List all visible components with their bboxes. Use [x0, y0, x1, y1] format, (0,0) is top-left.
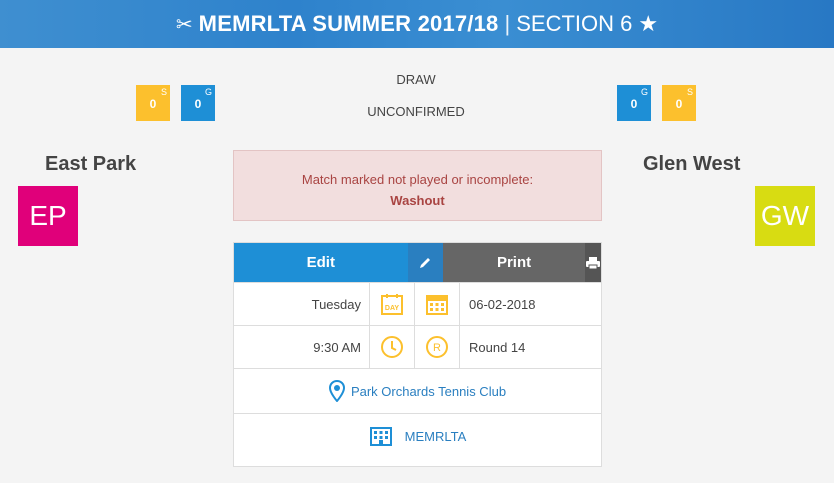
- round-icon: R: [426, 336, 448, 358]
- home-team-abbrev: EP: [29, 200, 67, 231]
- competition-banner: ✂ MEMRLTA SUMMER 2017/18 | SECTION 6 ★: [0, 0, 834, 48]
- home-sets-score: 0 S: [136, 85, 170, 121]
- organisation-link[interactable]: MEMRLTA: [405, 429, 467, 444]
- venue-link[interactable]: Park Orchards Tennis Club: [351, 384, 506, 399]
- home-games-score: 0 G: [181, 85, 215, 121]
- away-games-value: 0: [630, 97, 638, 111]
- alert-message: Match marked not played or incomplete:: [301, 172, 534, 187]
- away-games-label: G: [640, 87, 648, 97]
- match-date: 06-02-2018: [469, 296, 536, 312]
- date-calendar-icon: [426, 295, 448, 315]
- home-team-badge[interactable]: EP: [18, 186, 78, 246]
- day-calendar-icon: DAY: [381, 294, 403, 315]
- building-icon: [369, 426, 393, 446]
- match-time: 9:30 AM: [234, 326, 370, 368]
- tennis-rackets-icon: ✂: [175, 13, 193, 36]
- match-round: Round 14: [469, 339, 526, 355]
- alert-reason: Washout: [390, 193, 445, 208]
- map-pin-icon: [328, 380, 345, 402]
- day-icon-label: DAY: [385, 305, 399, 312]
- away-sets-value: 0: [675, 97, 683, 111]
- home-games-value: 0: [194, 97, 202, 111]
- pencil-icon[interactable]: [407, 243, 444, 282]
- favourite-star-icon[interactable]: ★: [638, 11, 658, 37]
- match-day: Tuesday: [234, 283, 370, 325]
- home-games-label: G: [204, 87, 212, 97]
- away-team-name[interactable]: Glen West: [643, 153, 740, 176]
- home-team-name[interactable]: East Park: [45, 153, 136, 176]
- home-sets-label: S: [160, 87, 167, 97]
- edit-button[interactable]: Edit: [234, 243, 408, 282]
- time-row: 9:30 AM R Round 14: [234, 325, 601, 368]
- away-team-abbrev: GW: [760, 200, 810, 231]
- section-label: SECTION 6: [516, 11, 633, 36]
- match-outcome: DRAW: [396, 72, 436, 87]
- competition-title: MEMRLTA SUMMER 2017/18: [198, 11, 499, 36]
- clock-icon: [381, 336, 403, 358]
- print-button[interactable]: Print: [443, 243, 585, 282]
- away-sets-score: 0 S: [662, 85, 696, 121]
- match-details-card: Edit Print Tuesday DAY 06-02-2018 9:30 A…: [233, 242, 602, 467]
- printer-icon[interactable]: [585, 243, 601, 282]
- organisation-row[interactable]: MEMRLTA: [234, 413, 601, 458]
- match-not-played-alert: Match marked not played or incomplete: W…: [233, 150, 602, 221]
- date-row: Tuesday DAY 06-02-2018: [234, 282, 601, 325]
- round-icon-label: R: [433, 342, 441, 354]
- away-team-badge[interactable]: GW: [755, 186, 815, 246]
- match-confirmation-status: UNCONFIRMED: [367, 104, 465, 119]
- venue-row[interactable]: Park Orchards Tennis Club: [234, 368, 601, 413]
- home-sets-value: 0: [149, 97, 157, 111]
- away-sets-label: S: [686, 87, 693, 97]
- away-games-score: 0 G: [617, 85, 651, 121]
- title-separator: |: [504, 11, 511, 36]
